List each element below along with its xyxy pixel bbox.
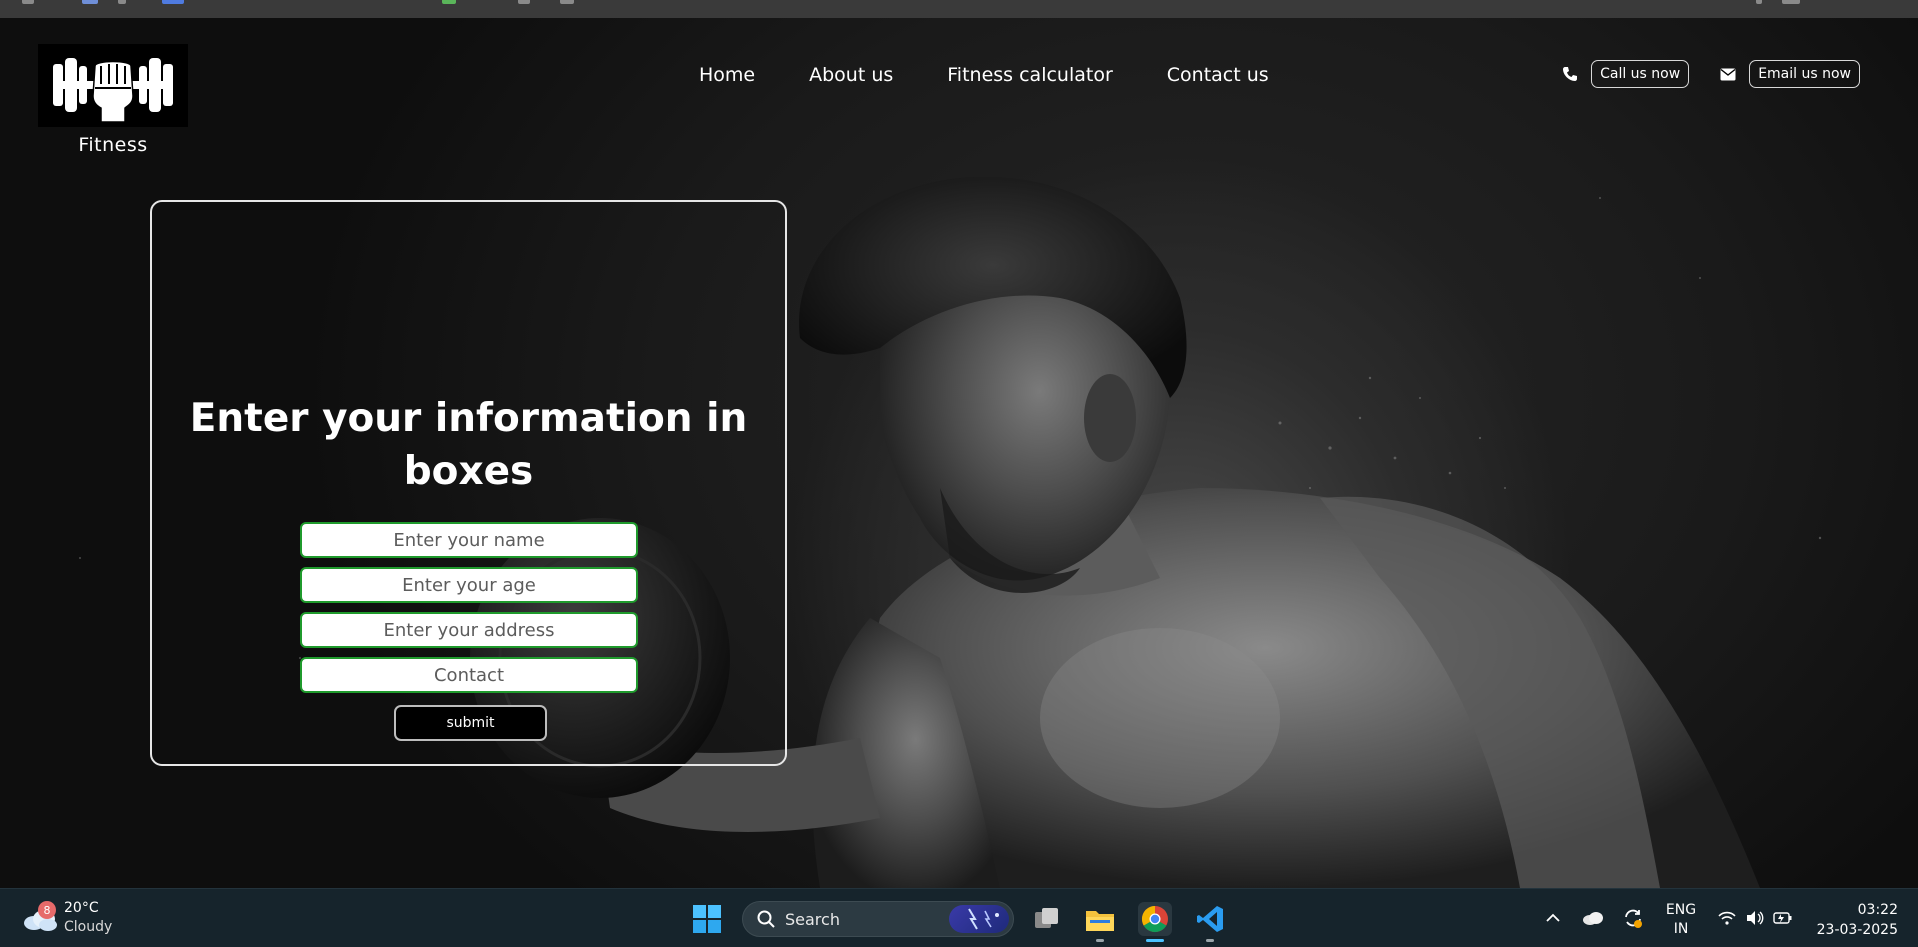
vscode-icon[interactable] bbox=[1193, 902, 1227, 942]
taskbar-search[interactable]: Search bbox=[742, 901, 1014, 937]
browser-icon-fragment bbox=[1756, 0, 1762, 4]
address-input[interactable] bbox=[300, 612, 638, 648]
chevron-up-icon[interactable] bbox=[1542, 907, 1564, 929]
chrome-icon[interactable] bbox=[1138, 902, 1172, 942]
dumbbell-fist-logo-icon bbox=[53, 57, 173, 123]
contact-actions: Call us now Email us now bbox=[1561, 60, 1860, 88]
browser-toolbar-strip bbox=[0, 0, 1918, 19]
browser-icon-fragment bbox=[22, 0, 34, 4]
clock-date: 23-03-2025 bbox=[1816, 922, 1898, 938]
search-highlight-image bbox=[949, 905, 1009, 933]
browser-icon-fragment bbox=[442, 0, 456, 4]
search-icon bbox=[757, 910, 775, 928]
browser-icon-fragment bbox=[1782, 0, 1800, 4]
brand-name: Fitness bbox=[78, 134, 148, 156]
browser-icon-fragment bbox=[162, 0, 184, 4]
app-active-indicator bbox=[1146, 939, 1164, 942]
taskbar: 8 20°C Cloudy Search ENG IN 03:22 23-03-… bbox=[0, 888, 1918, 947]
nav-contact-us[interactable]: Contact us bbox=[1167, 64, 1269, 86]
windows-start-icon[interactable] bbox=[692, 904, 722, 934]
weather-temperature: 20°C bbox=[64, 900, 99, 916]
region-code: IN bbox=[1673, 921, 1689, 937]
browser-icon-fragment bbox=[82, 0, 98, 4]
sync-icon[interactable] bbox=[1622, 907, 1644, 929]
nav-fitness-calculator[interactable]: Fitness calculator bbox=[947, 64, 1113, 86]
screen: Fitness Home About us Fitness calculator… bbox=[0, 0, 1918, 947]
volume-icon[interactable] bbox=[1744, 907, 1766, 929]
email-us-button[interactable]: Email us now bbox=[1749, 60, 1860, 88]
search-label: Search bbox=[785, 909, 840, 929]
battery-icon[interactable] bbox=[1772, 907, 1794, 929]
wifi-icon[interactable] bbox=[1716, 907, 1738, 929]
browser-icon-fragment bbox=[560, 0, 574, 4]
app-running-indicator bbox=[1206, 939, 1214, 942]
weather-widget[interactable]: 8 20°C Cloudy bbox=[22, 899, 112, 937]
contact-input[interactable] bbox=[300, 657, 638, 693]
nav-about-us[interactable]: About us bbox=[809, 64, 893, 86]
mail-icon bbox=[1719, 65, 1737, 83]
submit-button[interactable]: submit bbox=[394, 705, 547, 741]
system-clock[interactable]: 03:22 23-03-2025 bbox=[1817, 900, 1898, 940]
onedrive-cloud-icon[interactable] bbox=[1582, 907, 1604, 929]
app-running-indicator bbox=[1096, 939, 1104, 942]
cloud-icon: 8 bbox=[22, 901, 58, 933]
main-nav: Home About us Fitness calculator Contact… bbox=[699, 64, 1269, 86]
age-input[interactable] bbox=[300, 567, 638, 603]
clock-time: 03:22 bbox=[1857, 902, 1898, 918]
task-view-icon[interactable] bbox=[1030, 902, 1064, 936]
brand-logo[interactable] bbox=[38, 44, 188, 127]
phone-icon bbox=[1561, 65, 1579, 83]
file-explorer-icon[interactable] bbox=[1083, 902, 1117, 942]
language-code: ENG bbox=[1665, 902, 1697, 918]
call-us-button[interactable]: Call us now bbox=[1591, 60, 1690, 88]
name-input[interactable] bbox=[300, 522, 638, 558]
information-form: Enter your information in boxes submit bbox=[150, 200, 787, 766]
language-indicator[interactable]: ENG IN bbox=[1664, 901, 1698, 939]
weather-badge: 8 bbox=[38, 901, 56, 919]
browser-icon-fragment bbox=[118, 0, 126, 4]
browser-icon-fragment bbox=[518, 0, 530, 4]
nav-home[interactable]: Home bbox=[699, 64, 755, 86]
weather-condition: Cloudy bbox=[64, 919, 113, 935]
form-title: Enter your information in boxes bbox=[189, 396, 748, 494]
